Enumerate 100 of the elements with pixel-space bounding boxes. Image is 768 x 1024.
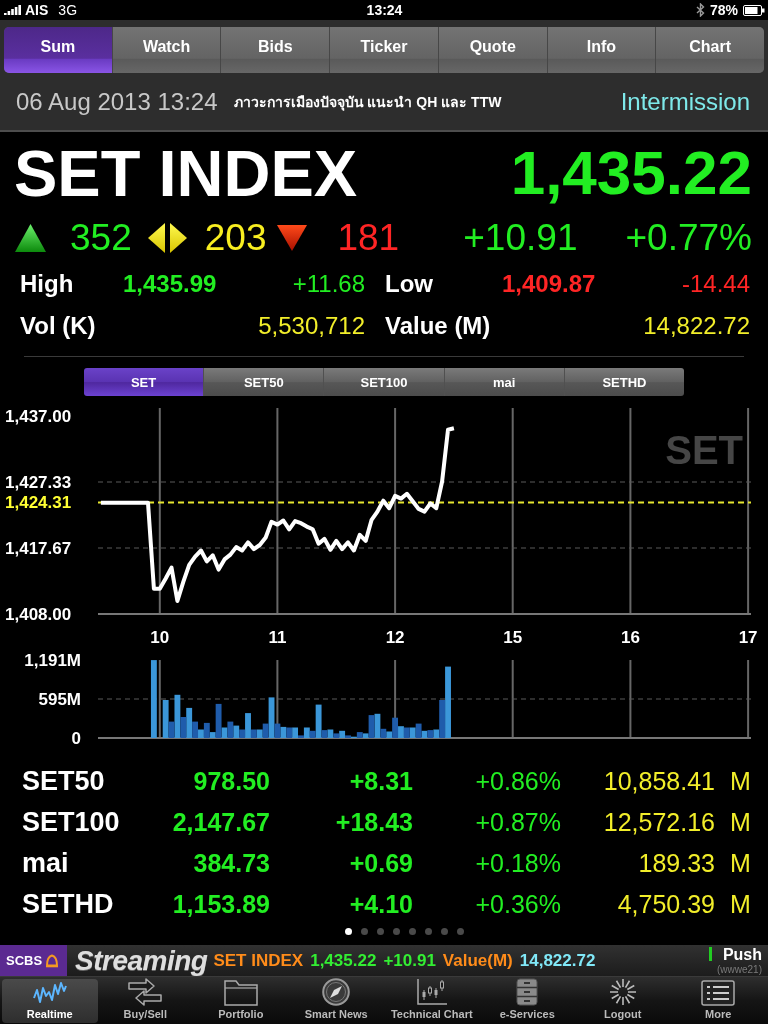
list-icon bbox=[701, 979, 736, 1006]
index-tab[interactable]: SET50 bbox=[203, 368, 324, 396]
axis-label: 1,427.33 bbox=[5, 472, 72, 492]
tab[interactable]: Ticker bbox=[329, 27, 438, 73]
stat-label: Value (M) bbox=[385, 312, 492, 340]
trade-value: 12,572.16 bbox=[603, 808, 715, 837]
unit-label: M bbox=[730, 808, 752, 837]
trade-value: 10,858.41 bbox=[603, 767, 715, 796]
folder-icon bbox=[223, 978, 258, 1006]
tab-bar-button[interactable]: Technical Chart bbox=[384, 979, 480, 1023]
stat-change: -14.44 bbox=[681, 270, 750, 298]
market-status: Intermission bbox=[620, 87, 750, 116]
index-percent: +0.36% bbox=[475, 890, 561, 919]
index-label[interactable]: SET100 bbox=[22, 807, 168, 838]
page-dot[interactable] bbox=[344, 927, 352, 935]
ticker-text: Value(M) bbox=[442, 950, 513, 971]
index-percent: +0.87% bbox=[475, 808, 561, 837]
axis-label: 11 bbox=[268, 627, 287, 647]
app-name: Streaming bbox=[75, 945, 208, 976]
tab-bar-button[interactable]: Realtime bbox=[2, 979, 98, 1023]
page-dot[interactable] bbox=[376, 927, 384, 935]
tab-bar-button[interactable]: More bbox=[670, 979, 766, 1023]
clock: 13:24 bbox=[366, 2, 403, 18]
stat-value: 1,435.99 bbox=[123, 270, 218, 298]
stat-label: Vol (K) bbox=[20, 312, 97, 340]
unit-label: M bbox=[730, 767, 752, 796]
axis-label: 1,437.00 bbox=[5, 406, 72, 426]
index-tab[interactable]: SETHD bbox=[563, 368, 684, 396]
up-triangle-icon bbox=[15, 224, 46, 252]
advancers-count: 352 bbox=[70, 217, 132, 259]
tab-bar-button[interactable]: Smart News bbox=[288, 979, 384, 1023]
brand-name: SCBS bbox=[6, 953, 43, 968]
trade-value: 4,750.39 bbox=[617, 890, 715, 919]
page-dot[interactable] bbox=[408, 927, 416, 935]
index-label[interactable]: SETHD bbox=[22, 889, 168, 920]
unit-label: M bbox=[730, 890, 752, 919]
axis-label: 12 bbox=[385, 627, 405, 647]
index-change: +8.31 bbox=[349, 767, 413, 796]
ticker-text: 14,822.72 bbox=[519, 950, 596, 971]
stat-value: 14,822.72 bbox=[643, 312, 750, 340]
tab-bar-button[interactable]: Buy/Sell bbox=[97, 979, 193, 1023]
axis-label: 595M bbox=[38, 689, 81, 709]
index-last: 978.50 bbox=[193, 767, 270, 796]
index-label[interactable]: mai bbox=[22, 848, 168, 879]
axis-label: 10 bbox=[150, 627, 170, 647]
axis-label: 0 bbox=[71, 728, 81, 745]
stat-value: 5,530,712 bbox=[258, 312, 365, 340]
page-dot[interactable] bbox=[440, 927, 448, 935]
axis-label: 1,408.00 bbox=[5, 604, 72, 624]
battery-icon bbox=[743, 4, 765, 16]
axis-label: 16 bbox=[620, 627, 640, 647]
index-change: +4.10 bbox=[349, 890, 413, 919]
axis-label: 15 bbox=[503, 627, 523, 647]
tab[interactable]: Watch bbox=[111, 27, 221, 73]
tab[interactable]: Info bbox=[546, 27, 656, 73]
index-last: 1,153.89 bbox=[172, 890, 270, 919]
trade-value: 189.33 bbox=[638, 849, 715, 878]
tab-bar-button[interactable]: Portfolio bbox=[193, 979, 289, 1023]
ticker-text: +10.91 bbox=[383, 950, 436, 971]
index-label[interactable]: SET50 bbox=[22, 766, 168, 797]
stat-label: Low bbox=[385, 270, 434, 298]
signal-icon bbox=[4, 5, 21, 15]
battery-percent: 78% bbox=[709, 2, 738, 18]
unit-label: M bbox=[730, 849, 752, 878]
date-time: 06 Aug 2013 13:24 bbox=[16, 87, 218, 116]
left-right-arrows-icon bbox=[147, 223, 187, 253]
tab[interactable]: Bids bbox=[220, 27, 330, 73]
index-name: SET INDEX bbox=[14, 140, 358, 206]
user-id: (wwwe21) bbox=[717, 965, 762, 975]
page-dot[interactable] bbox=[424, 927, 432, 935]
chart-line-icon bbox=[32, 979, 67, 1006]
index-last: 2,147.67 bbox=[172, 808, 270, 837]
unchanged-count: 203 bbox=[204, 217, 267, 259]
tab[interactable]: Sum bbox=[4, 27, 112, 73]
change-value: +10.91 bbox=[463, 217, 578, 259]
axis-label: 17 bbox=[738, 627, 758, 647]
decliners-count: 181 bbox=[337, 217, 400, 259]
axis-label: 1,191M bbox=[24, 650, 81, 670]
push-label[interactable]: Push bbox=[722, 947, 762, 963]
index-tab[interactable]: SET100 bbox=[323, 368, 444, 396]
index-change: +0.69 bbox=[349, 849, 413, 878]
tab[interactable]: Quote bbox=[437, 27, 547, 73]
index-tab[interactable]: SET bbox=[84, 368, 204, 396]
page-dot[interactable] bbox=[456, 927, 464, 935]
carrier-name: AIS bbox=[25, 2, 49, 18]
page-dot[interactable] bbox=[360, 927, 368, 935]
index-tab[interactable]: mai bbox=[443, 368, 564, 396]
ticker-text: 1,435.22 bbox=[310, 950, 377, 971]
down-triangle-icon bbox=[277, 225, 308, 251]
change-percent: +0.77% bbox=[625, 217, 752, 259]
index-last: 384.73 bbox=[193, 849, 270, 878]
news-headline[interactable]: ภาวะการเมืองปัจจุบัน แนะนำ QH และ TTW bbox=[233, 90, 502, 113]
page-dot[interactable] bbox=[392, 927, 400, 935]
ticker-text: SET INDEX bbox=[213, 950, 304, 971]
two-arrows-icon bbox=[128, 978, 163, 1006]
index-value: 1,435.22 bbox=[510, 142, 752, 204]
tab-bar-button[interactable]: e-Services bbox=[479, 979, 575, 1023]
tab-bar-button[interactable]: Logout bbox=[575, 979, 671, 1023]
tab[interactable]: Chart bbox=[655, 27, 764, 73]
chart-title: SET bbox=[665, 428, 743, 472]
